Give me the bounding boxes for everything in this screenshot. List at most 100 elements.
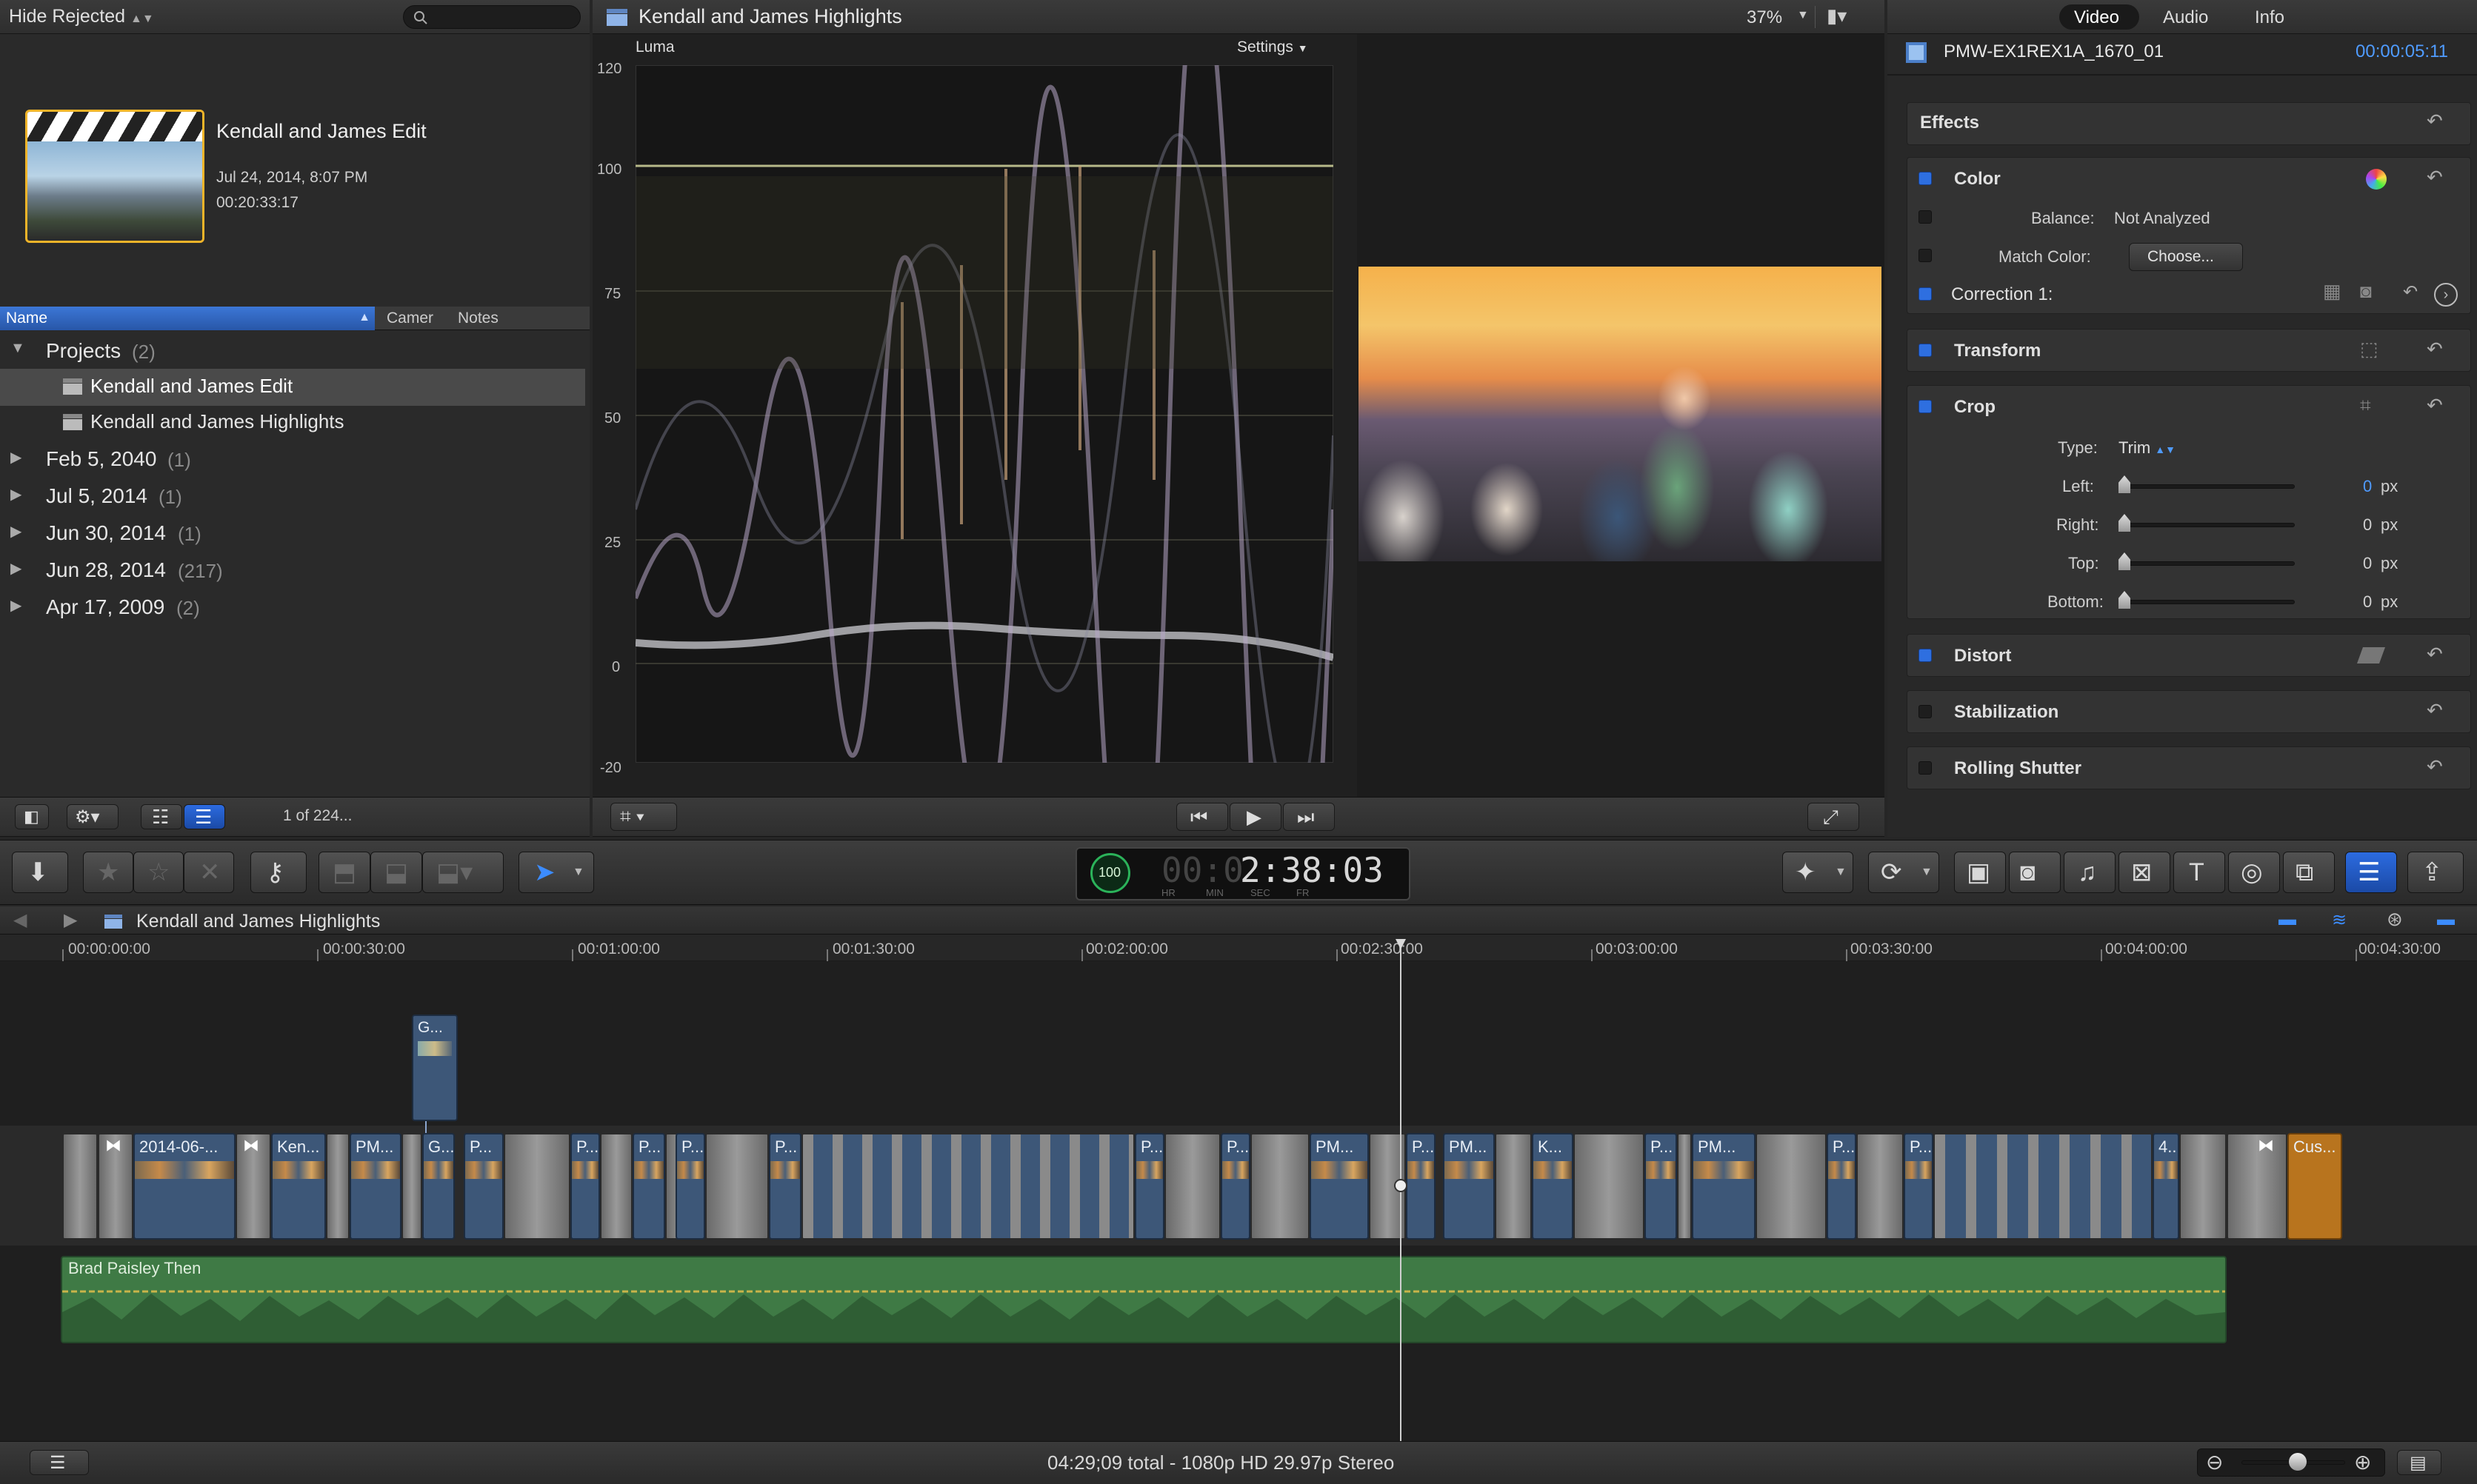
retime-button[interactable]: ⟳ ▼ xyxy=(1868,852,1939,893)
transition[interactable] xyxy=(1495,1133,1532,1240)
custom-clip[interactable]: Cus... xyxy=(2287,1133,2342,1240)
reject-button[interactable]: ✕ xyxy=(184,852,234,893)
transition[interactable] xyxy=(600,1133,633,1240)
disclosure-closed-icon[interactable]: ▶ xyxy=(10,522,21,541)
color-enable-checkbox[interactable] xyxy=(1918,172,1932,185)
search-input[interactable] xyxy=(403,5,581,29)
favorite-button[interactable]: ★ xyxy=(83,852,133,893)
insert-button[interactable]: ⬓ xyxy=(370,852,422,893)
storyline-clip[interactable]: K... xyxy=(1532,1133,1573,1240)
filter-popup[interactable]: Hide Rejected ▲▼ xyxy=(9,6,154,27)
view-options-icon[interactable]: ▮▾ xyxy=(1827,4,1847,27)
tab-info[interactable]: Info xyxy=(2255,7,2284,28)
storyline-clip[interactable]: P... xyxy=(1827,1133,1856,1240)
crop-top-slider[interactable] xyxy=(2120,561,2295,566)
themes-browser-button[interactable]: ⧉ xyxy=(2283,852,2335,893)
crop-onscreen-icon[interactable]: ⌗ xyxy=(2360,394,2371,418)
crop-top-value[interactable]: 0 xyxy=(2363,554,2372,573)
storyline-clip[interactable]: PM... xyxy=(350,1133,401,1240)
transition[interactable]: ⧓ xyxy=(2227,1133,2287,1240)
project-row[interactable]: Kendall and James Highlights xyxy=(0,404,585,441)
music-browser-button[interactable]: ♫ xyxy=(2064,852,2116,893)
storyline-clip[interactable]: P... xyxy=(633,1133,665,1240)
zoom-out-icon[interactable]: ⊖ xyxy=(2206,1450,2223,1474)
transition[interactable] xyxy=(1164,1133,1221,1240)
transition[interactable] xyxy=(504,1133,570,1240)
storyline-clip[interactable]: P... xyxy=(1406,1133,1436,1240)
timeline-index-button[interactable]: ☰ xyxy=(30,1450,89,1475)
storyline-clip[interactable]: P... xyxy=(464,1133,504,1240)
reset-icon[interactable]: ↶ xyxy=(2427,394,2443,417)
storyline-clip[interactable]: PM... xyxy=(1310,1133,1369,1240)
transition[interactable] xyxy=(1856,1133,1904,1240)
titles-browser-button[interactable]: T xyxy=(2173,852,2225,893)
match-color-checkbox[interactable] xyxy=(1918,249,1932,262)
storyline-clip[interactable]: P... xyxy=(570,1133,600,1240)
crop-left-slider[interactable] xyxy=(2120,484,2295,489)
storyline-clip[interactable]: PM... xyxy=(1443,1133,1495,1240)
connect-button[interactable]: ⬒ xyxy=(319,852,370,893)
share-button[interactable]: ⇪ xyxy=(2407,852,2464,893)
disclosure-closed-icon[interactable]: ▶ xyxy=(10,485,21,504)
add-correction-icon[interactable] xyxy=(2366,169,2387,190)
distort-checkbox[interactable] xyxy=(1918,649,1932,662)
list-view-button[interactable]: ☰ xyxy=(184,804,225,829)
crop-right-slider[interactable] xyxy=(2120,523,2295,527)
crop-bottom-value[interactable]: 0 xyxy=(2363,592,2372,612)
transition[interactable] xyxy=(1250,1133,1310,1240)
audio-waveform-icon[interactable]: ≋ xyxy=(2332,909,2347,931)
tab-audio[interactable]: Audio xyxy=(2163,7,2208,28)
crop-right-value[interactable]: 0 xyxy=(2363,515,2372,535)
balance-checkbox[interactable] xyxy=(1918,210,1932,224)
keyword-button[interactable]: ⚷ xyxy=(250,852,307,893)
project-row-selected[interactable]: Kendall and James Edit xyxy=(0,369,585,406)
reset-icon[interactable]: ↶ xyxy=(2427,755,2443,778)
disclosure-closed-icon[interactable]: ▶ xyxy=(10,596,21,615)
transitions-browser-button[interactable]: ⊠ xyxy=(2118,852,2170,893)
storyline-clip[interactable]: P... xyxy=(676,1133,705,1240)
transform-checkbox[interactable] xyxy=(1918,344,1932,357)
transition[interactable]: ⧓ xyxy=(236,1133,271,1240)
disclosure-closed-icon[interactable]: ▶ xyxy=(10,448,21,467)
connected-clip[interactable]: G... xyxy=(412,1015,458,1121)
clip-appearance-button[interactable]: ▤ xyxy=(2397,1450,2441,1475)
skimming-icon[interactable]: ⊛ xyxy=(2387,908,2403,931)
reset-icon[interactable]: ↶ xyxy=(2427,643,2443,666)
event-thumbnail[interactable] xyxy=(25,110,204,243)
crop-bottom-slider[interactable] xyxy=(2120,600,2295,604)
inspector-toggle-button[interactable]: ☰ xyxy=(2345,852,2397,893)
enhancements-button[interactable]: ✦ ▼ xyxy=(1782,852,1853,893)
effects-section[interactable] xyxy=(1907,102,2471,145)
media-browser-button[interactable]: ▣ xyxy=(1954,852,2006,893)
append-button[interactable]: ⬓▾ xyxy=(422,852,504,893)
clip-appearance-icon[interactable]: ▬ xyxy=(2278,909,2296,930)
zoom-popup-icon[interactable]: ▼ xyxy=(1797,9,1809,22)
event-row[interactable]: ▶ Jun 30, 2014 (1) xyxy=(0,515,585,552)
storyline-clip[interactable]: P... xyxy=(1904,1133,1933,1240)
crop-checkbox[interactable] xyxy=(1918,400,1932,413)
storyline-clip[interactable]: 4... xyxy=(2153,1133,2179,1240)
generators-browser-button[interactable]: ◎ xyxy=(2228,852,2280,893)
correction-enable-checkbox[interactable] xyxy=(1918,287,1932,301)
transition[interactable] xyxy=(1573,1133,1644,1240)
storyline-clip[interactable]: P... xyxy=(769,1133,801,1240)
notes-column-header[interactable]: Notes xyxy=(458,310,499,327)
storyline-clip[interactable]: Ken... xyxy=(271,1133,326,1240)
crop-left-value[interactable]: 0 xyxy=(2363,477,2372,496)
transition[interactable] xyxy=(326,1133,350,1240)
camera-icon[interactable]: ◙ xyxy=(2360,280,2372,303)
storyline-clip[interactable]: P... xyxy=(1135,1133,1164,1240)
show-correction-icon[interactable]: › xyxy=(2434,283,2458,307)
action-menu-button[interactable]: ⚙▾ xyxy=(67,804,119,829)
event-row[interactable]: ▶ Jul 5, 2014 (1) xyxy=(0,478,585,515)
audio-clip[interactable]: Brad Paisley Then xyxy=(61,1256,2227,1343)
transition[interactable] xyxy=(1756,1133,1827,1240)
import-button[interactable]: ⬇ xyxy=(12,852,68,893)
transition[interactable]: ⧓ xyxy=(98,1133,133,1240)
back-arrow-icon[interactable]: ◀ xyxy=(13,909,27,931)
storyline-clip[interactable]: 2014-06-... xyxy=(133,1133,236,1240)
previous-frame-button[interactable]: ⏮ xyxy=(1176,803,1228,831)
disclosure-open-icon[interactable]: ▼ xyxy=(10,340,25,357)
reset-icon[interactable]: ↶ xyxy=(2427,166,2443,189)
select-tool-button[interactable]: ➤ ▼ xyxy=(519,852,594,893)
